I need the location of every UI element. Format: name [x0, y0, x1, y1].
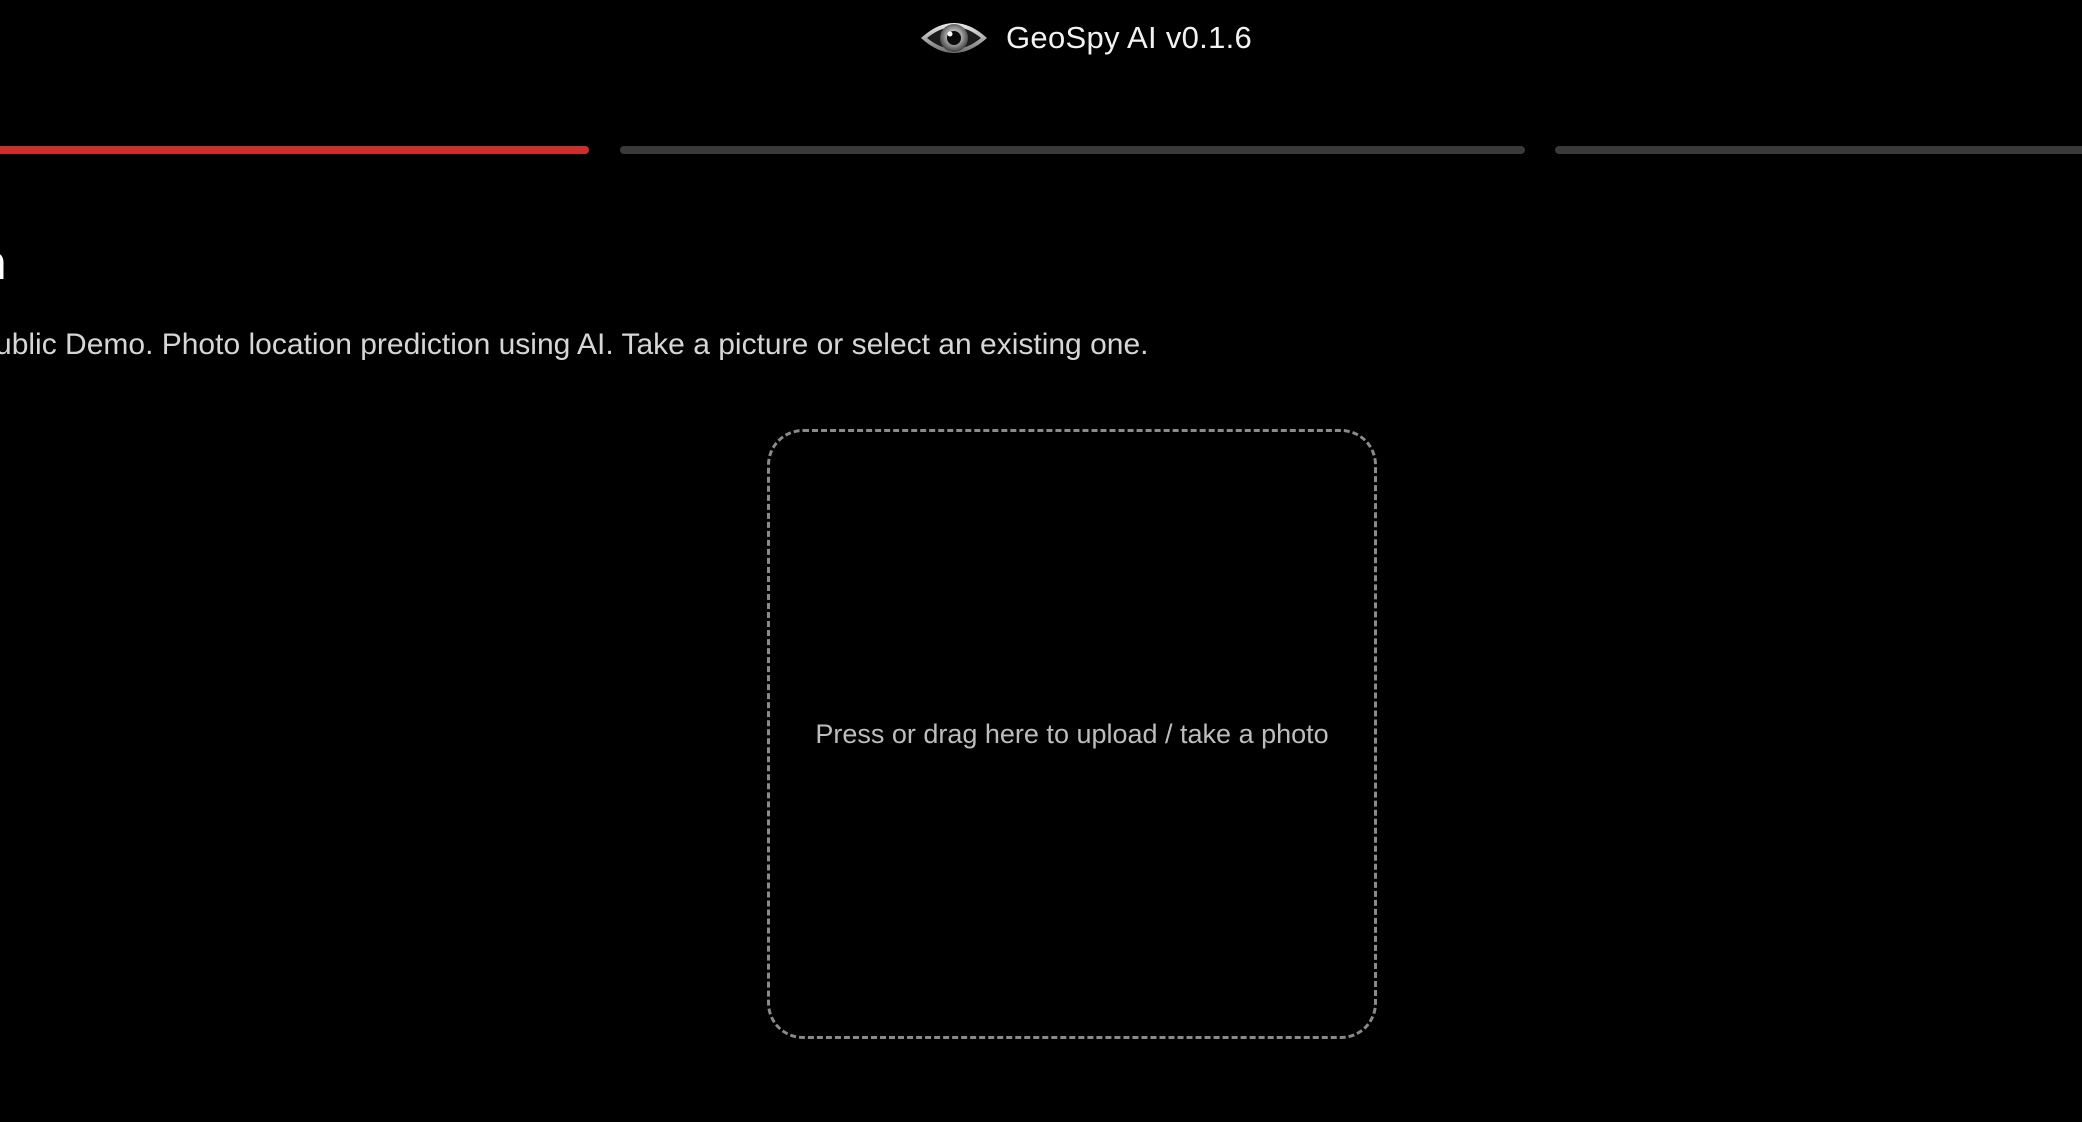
app-header: GeoSpy AI v0.1.6	[0, 0, 2082, 80]
brand[interactable]: GeoSpy AI v0.1.6	[918, 10, 1252, 66]
photo-upload-dropzone[interactable]: Press or drag here to upload / take a ph…	[767, 429, 1377, 1039]
page: GeoSpy AI v0.1.6 arch Public Demo. Photo…	[0, 0, 2082, 1122]
upload-instruction: Press or drag here to upload / take a ph…	[815, 718, 1329, 749]
page-title: arch	[0, 236, 6, 291]
step-1-indicator	[0, 146, 589, 154]
page-description: Public Demo. Photo location prediction u…	[0, 328, 1149, 361]
step-2-indicator	[620, 146, 1525, 154]
progress-stepper	[0, 146, 2082, 154]
app-title: GeoSpy AI v0.1.6	[1006, 20, 1253, 55]
eye-icon	[921, 23, 987, 53]
step-3-indicator	[1555, 146, 2082, 154]
